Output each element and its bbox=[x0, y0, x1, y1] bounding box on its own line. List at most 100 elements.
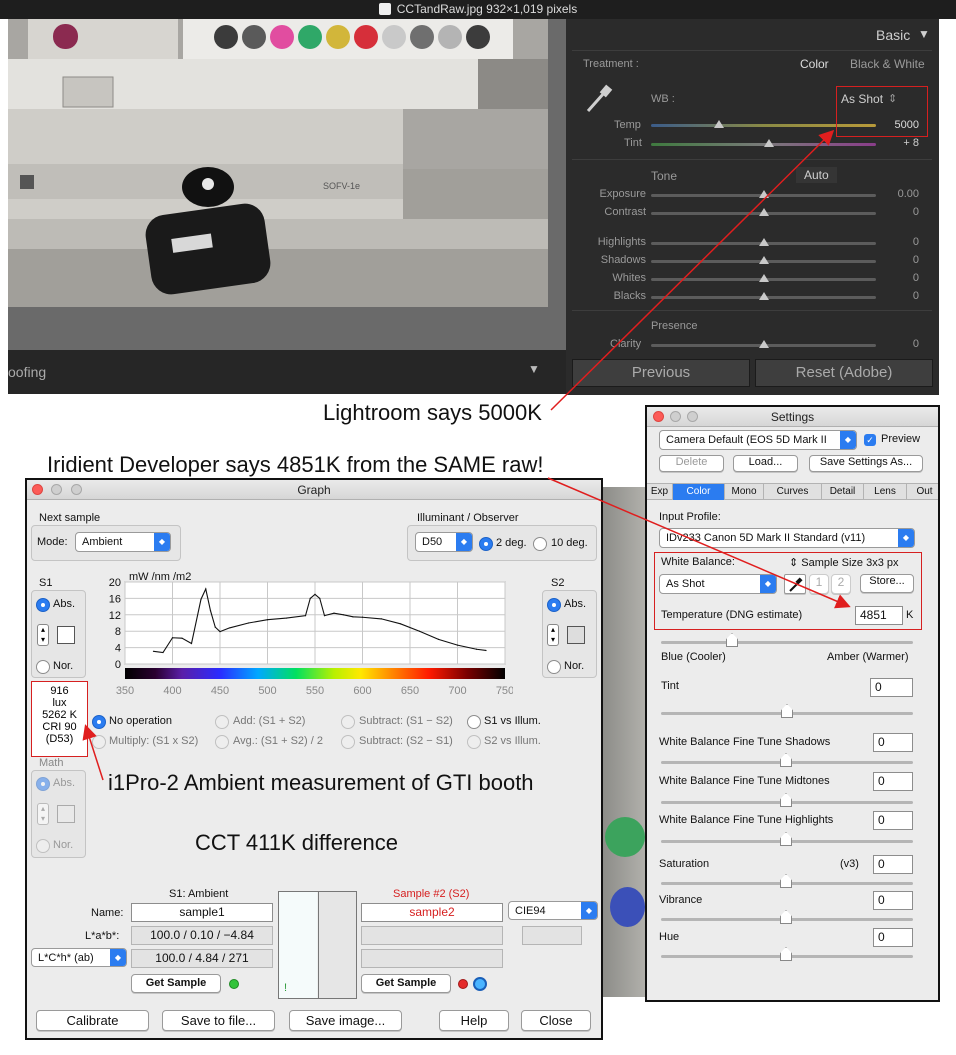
camera-profile-select[interactable]: Camera Default (EOS 5D Mark II ◆ bbox=[659, 430, 857, 450]
store-button[interactable]: Store... bbox=[860, 574, 914, 593]
load-button[interactable]: Load... bbox=[733, 455, 798, 472]
collapse-triangle-icon[interactable]: ▼ bbox=[918, 27, 930, 41]
op-no-operation-radio[interactable] bbox=[92, 715, 106, 729]
vibrance-slider-thumb[interactable] bbox=[780, 910, 792, 924]
s1-abs-radio[interactable] bbox=[36, 598, 50, 612]
tint-slider-thumb[interactable] bbox=[764, 139, 774, 147]
minimize-window-icon[interactable] bbox=[670, 411, 681, 422]
tab-color[interactable]: Color bbox=[673, 484, 725, 500]
slider-thumb-exposure[interactable] bbox=[759, 190, 769, 198]
s2-nor-radio[interactable] bbox=[547, 660, 561, 674]
hue-input[interactable]: 0 bbox=[873, 928, 913, 947]
op-subtract-s1-s2-radio[interactable] bbox=[341, 715, 355, 729]
temperature-input[interactable]: 4851 bbox=[855, 606, 903, 625]
slider-value-shadows[interactable]: 0 bbox=[879, 254, 919, 266]
slider-thumb-shadows[interactable] bbox=[759, 256, 769, 264]
input-profile-select[interactable]: IDv233 Canon 5D Mark II Standard (v11) ◆ bbox=[659, 528, 915, 548]
slider-thumb-contrast[interactable] bbox=[759, 208, 769, 216]
slider-value-whites[interactable]: 0 bbox=[879, 272, 919, 284]
vibrance-input[interactable]: 0 bbox=[873, 891, 913, 910]
auto-tone-button[interactable]: Auto bbox=[796, 167, 837, 183]
slider-value-blacks[interactable]: 0 bbox=[879, 290, 919, 302]
slider-thumb-whites[interactable] bbox=[759, 274, 769, 282]
s2-stepper[interactable]: ▴ ▾ bbox=[547, 624, 559, 646]
op-add-radio[interactable] bbox=[215, 715, 229, 729]
mode-select[interactable]: Ambient ◆ bbox=[75, 532, 171, 552]
treatment-color[interactable]: Color bbox=[800, 57, 829, 71]
s2-active-indicator[interactable] bbox=[473, 977, 487, 991]
basic-panel-title[interactable]: Basic bbox=[876, 27, 910, 43]
saturation-slider-thumb[interactable] bbox=[780, 874, 792, 888]
close-window-icon[interactable] bbox=[653, 411, 664, 422]
observer-2deg-radio[interactable] bbox=[479, 537, 493, 551]
tint-value[interactable]: + 8 bbox=[879, 137, 919, 149]
op-average-radio[interactable] bbox=[215, 735, 229, 749]
close-window-icon[interactable] bbox=[32, 484, 43, 495]
chevron-down-icon[interactable]: ▼ bbox=[528, 362, 540, 376]
op-s2-vs-illum-radio[interactable] bbox=[467, 735, 481, 749]
s2-get-sample-button[interactable]: Get Sample bbox=[361, 974, 451, 993]
save-settings-button[interactable]: Save Settings As... bbox=[809, 455, 923, 472]
wb-eyedropper-button[interactable] bbox=[784, 574, 806, 594]
wb-preset-select[interactable]: As Shot ◆ bbox=[659, 574, 777, 594]
color-space-select[interactable]: L*C*h* (ab) ◆ bbox=[31, 948, 127, 967]
help-button[interactable]: Help bbox=[439, 1010, 509, 1031]
tab-lens[interactable]: Lens bbox=[864, 484, 907, 500]
slider-value-exposure[interactable]: 0.00 bbox=[879, 188, 919, 200]
calibrate-button[interactable]: Calibrate bbox=[36, 1010, 149, 1031]
fine-shadows-slider-thumb[interactable] bbox=[780, 753, 792, 767]
slider-thumb-blacks[interactable] bbox=[759, 292, 769, 300]
temperature-slider[interactable] bbox=[661, 641, 913, 644]
s1-stepper[interactable]: ▴ ▾ bbox=[37, 624, 49, 646]
tab-exp[interactable]: Exp bbox=[647, 484, 673, 500]
zoom-window-icon[interactable] bbox=[687, 411, 698, 422]
math-abs-radio[interactable] bbox=[36, 777, 50, 791]
tab-out[interactable]: Out bbox=[907, 484, 938, 500]
saturation-input[interactable]: 0 bbox=[873, 855, 913, 874]
observer-10deg-radio[interactable] bbox=[533, 537, 547, 551]
s2-abs-radio[interactable] bbox=[547, 598, 561, 612]
tint-input[interactable]: 0 bbox=[870, 678, 913, 697]
temperature-slider-thumb[interactable] bbox=[726, 633, 738, 647]
slider-value-contrast[interactable]: 0 bbox=[879, 206, 919, 218]
tint-slider-thumb[interactable] bbox=[781, 704, 793, 718]
op-s1-vs-illum-radio[interactable] bbox=[467, 715, 481, 729]
math-nor-radio[interactable] bbox=[36, 839, 50, 853]
close-button[interactable]: Close bbox=[521, 1010, 591, 1031]
clarity-value[interactable]: 0 bbox=[879, 338, 919, 350]
zoom-window-icon[interactable] bbox=[71, 484, 82, 495]
tab-mono[interactable]: Mono bbox=[725, 484, 764, 500]
tab-curves[interactable]: Curves bbox=[764, 484, 822, 500]
tab-detail[interactable]: Detail bbox=[822, 484, 864, 500]
op-subtract-s2-s1-radio[interactable] bbox=[341, 735, 355, 749]
fine-midtones-input[interactable]: 0 bbox=[873, 772, 913, 791]
fine-shadows-input[interactable]: 0 bbox=[873, 733, 913, 752]
s1-name-input[interactable]: sample1 bbox=[131, 903, 273, 922]
eyedropper-icon[interactable] bbox=[584, 83, 614, 115]
save-to-file-button[interactable]: Save to file... bbox=[162, 1010, 275, 1031]
math-stepper[interactable]: ▴ ▾ bbox=[37, 803, 49, 825]
s1-nor-radio[interactable] bbox=[36, 660, 50, 674]
fine-highlights-input[interactable]: 0 bbox=[873, 811, 913, 830]
s1-get-sample-button[interactable]: Get Sample bbox=[131, 974, 221, 993]
clarity-slider-thumb[interactable] bbox=[759, 340, 769, 348]
delta-e-formula-select[interactable]: CIE94 ◆ bbox=[508, 901, 598, 920]
minimize-window-icon[interactable] bbox=[51, 484, 62, 495]
op-multiply-radio[interactable] bbox=[92, 735, 106, 749]
slider-thumb-highlights[interactable] bbox=[759, 238, 769, 246]
preview-checkbox[interactable]: ✓ bbox=[864, 434, 876, 446]
reset-adobe-button[interactable]: Reset (Adobe) bbox=[755, 359, 933, 387]
sample-size-select[interactable]: ⇕ Sample Size 3x3 px bbox=[789, 556, 899, 569]
temp-slider-thumb[interactable] bbox=[714, 120, 724, 128]
hue-slider-thumb[interactable] bbox=[780, 947, 792, 961]
fine-highlights-slider-thumb[interactable] bbox=[780, 832, 792, 846]
slider-value-highlights[interactable]: 0 bbox=[879, 236, 919, 248]
save-image-button[interactable]: Save image... bbox=[289, 1010, 402, 1031]
illuminant-select[interactable]: D50 ◆ bbox=[415, 532, 473, 552]
wb-slot-1-button[interactable]: 1 bbox=[809, 574, 829, 594]
wb-slot-2-button[interactable]: 2 bbox=[831, 574, 851, 594]
delete-button[interactable]: Delete bbox=[659, 455, 724, 472]
previous-button[interactable]: Previous bbox=[572, 359, 750, 387]
treatment-bw[interactable]: Black & White bbox=[850, 57, 925, 71]
s2-name-input[interactable]: sample2 bbox=[361, 903, 503, 922]
